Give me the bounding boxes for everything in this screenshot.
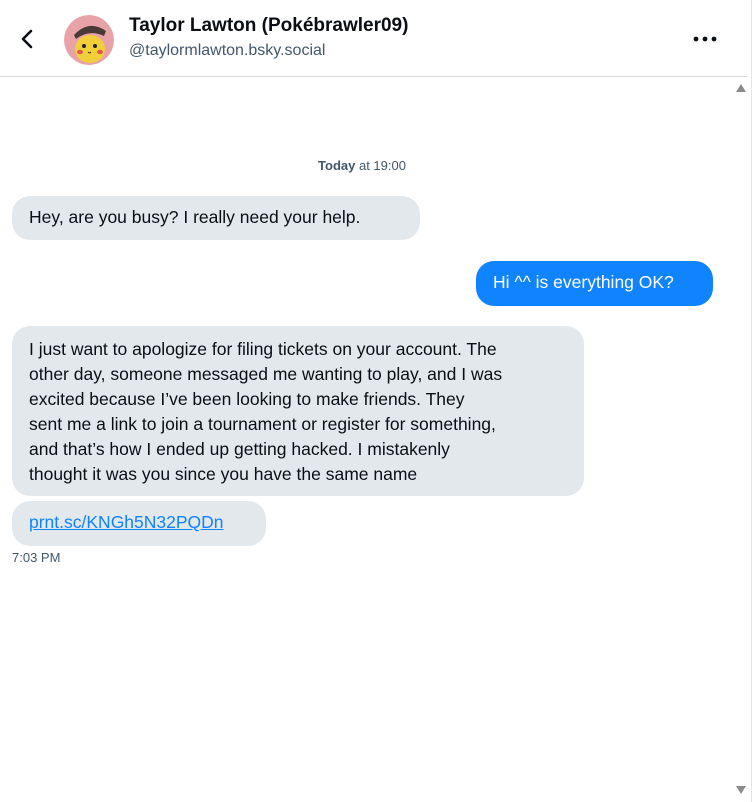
- incoming-message[interactable]: I just want to apologize for filing tick…: [12, 326, 584, 496]
- incoming-message[interactable]: Hey, are you busy? I really need your he…: [12, 196, 420, 240]
- chat-window: Taylor Lawton (Pokébrawler09) @taylormla…: [0, 0, 752, 802]
- scroll-up-arrow-icon[interactable]: [736, 84, 746, 92]
- outgoing-message[interactable]: Hi ^^ is everything OK?: [476, 261, 713, 306]
- message-line: other day, someone messaged me wanting t…: [29, 364, 503, 384]
- message-line: sent me a link to join a tournament or r…: [29, 414, 496, 434]
- message-line: thought it was you since you have the sa…: [29, 464, 418, 484]
- date-separator: Today at 19:00: [0, 158, 724, 173]
- message-line: excited because I’ve been looking to mak…: [29, 389, 465, 409]
- chevron-left-icon: [21, 29, 33, 49]
- conversation-header: Taylor Lawton (Pokébrawler09) @taylormla…: [0, 0, 747, 77]
- message-line: I just want to apologize for filing tick…: [29, 339, 497, 359]
- ellipsis-icon: [693, 36, 717, 42]
- display-name: Taylor Lawton (Pokébrawler09): [129, 15, 409, 36]
- user-handle: @taylormlawton.bsky.social: [129, 42, 326, 59]
- date-separator-time: at 19:00: [355, 158, 406, 173]
- avatar[interactable]: [64, 15, 114, 65]
- scroll-down-arrow-icon[interactable]: [736, 786, 746, 794]
- date-separator-day: Today: [318, 158, 356, 173]
- message-timestamp: 7:03 PM: [12, 550, 61, 565]
- back-button[interactable]: [16, 26, 40, 52]
- message-line: and that’s how I ended up getting hacked…: [29, 439, 450, 459]
- more-options-button[interactable]: [690, 28, 720, 50]
- avatar-image: [64, 15, 114, 65]
- message-link[interactable]: prnt.sc/KNGh5N32PQDn: [29, 512, 224, 532]
- incoming-link-message[interactable]: prnt.sc/KNGh5N32PQDn: [12, 501, 266, 546]
- scrollbar[interactable]: [734, 78, 751, 800]
